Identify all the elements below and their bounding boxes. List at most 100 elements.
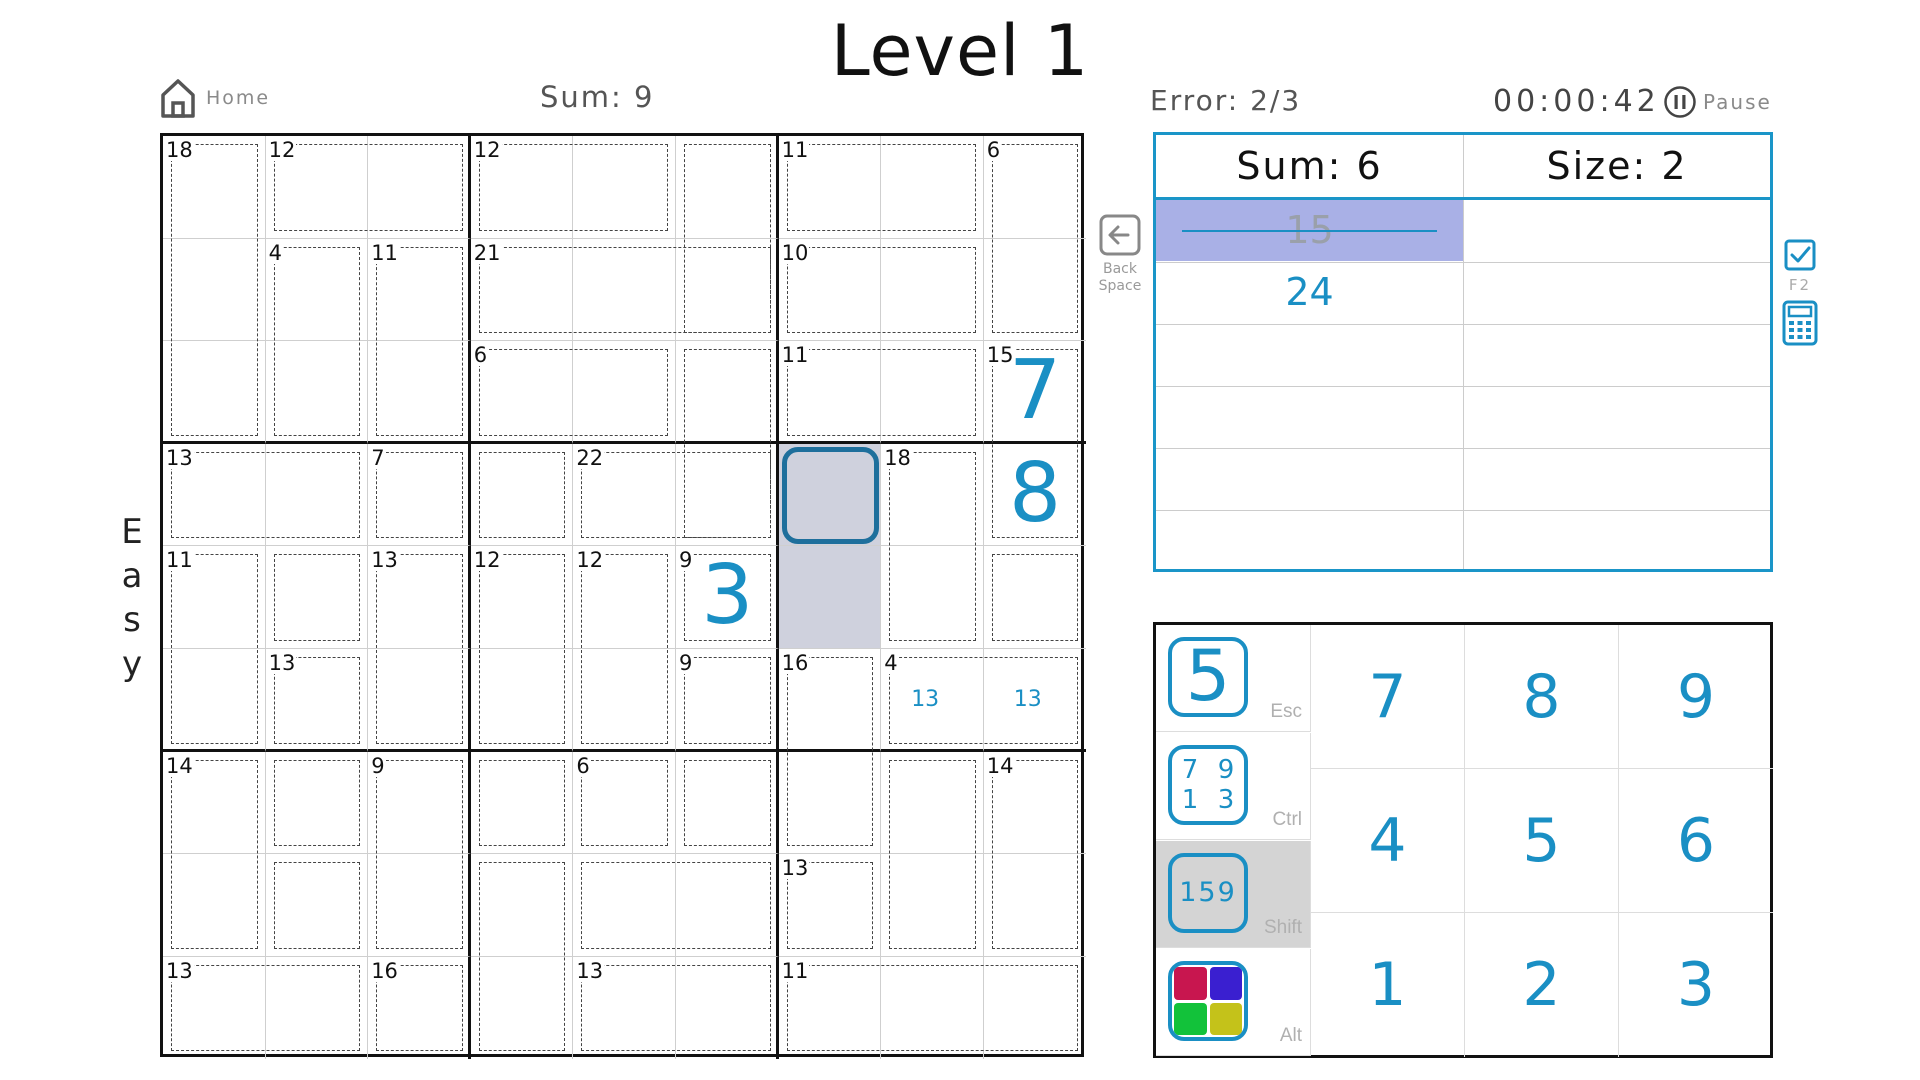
board-cell[interactable] <box>983 239 1087 342</box>
board-cell[interactable] <box>470 751 574 855</box>
board-cell[interactable] <box>881 238 984 342</box>
board-cell[interactable] <box>778 546 882 649</box>
board-cell[interactable] <box>265 341 369 444</box>
board-cell[interactable] <box>163 854 266 957</box>
board-cell[interactable] <box>368 956 471 1060</box>
board-cell[interactable] <box>983 854 1087 957</box>
board-cell[interactable] <box>984 957 1087 1060</box>
combination-entry[interactable]: 24 <box>1156 262 1463 323</box>
board-cell[interactable] <box>983 546 1087 649</box>
board-cell[interactable] <box>676 238 779 342</box>
board-cell[interactable] <box>265 649 369 752</box>
board-cell[interactable] <box>778 854 882 957</box>
board-cell[interactable] <box>265 443 369 547</box>
board-cell[interactable] <box>368 136 471 239</box>
number-key-4[interactable]: 4 <box>1311 769 1465 913</box>
board-cell[interactable] <box>163 238 266 342</box>
board-cell[interactable] <box>470 443 574 547</box>
board-cell[interactable] <box>983 649 1087 752</box>
board-cell[interactable] <box>676 956 779 1060</box>
board-cell[interactable] <box>573 546 676 649</box>
board-cell[interactable] <box>676 751 779 855</box>
input-mode-esc[interactable]: 5 Esc <box>1156 625 1311 732</box>
input-mode-shift[interactable]: 159 Shift <box>1156 841 1311 948</box>
number-key-3[interactable]: 3 <box>1619 913 1773 1057</box>
board-cell[interactable] <box>368 751 471 855</box>
board-cell[interactable] <box>470 341 574 444</box>
board-cell[interactable] <box>881 854 984 957</box>
calculator-button[interactable] <box>1782 300 1818 346</box>
number-key-9[interactable]: 9 <box>1619 625 1773 769</box>
board-cell[interactable] <box>881 341 984 444</box>
board-cell[interactable] <box>163 649 266 752</box>
board-cell[interactable] <box>573 751 676 855</box>
board-cell[interactable] <box>163 546 266 649</box>
board-cell[interactable] <box>573 238 676 342</box>
board-cell[interactable] <box>368 341 471 444</box>
board-cell[interactable] <box>368 854 471 957</box>
board-cell[interactable] <box>470 136 574 239</box>
board-cell[interactable] <box>778 751 882 855</box>
board-cell[interactable] <box>881 956 984 1060</box>
board-cell[interactable] <box>163 136 266 239</box>
board-cell[interactable] <box>983 752 1087 855</box>
input-mode-alt[interactable]: Alt <box>1156 949 1311 1056</box>
board-cell[interactable] <box>573 341 676 444</box>
board-cell[interactable] <box>471 956 574 1060</box>
board-cell[interactable] <box>470 649 574 752</box>
home-button[interactable]: Home <box>160 76 290 120</box>
board-cell[interactable] <box>368 443 471 547</box>
board-cell[interactable] <box>881 751 984 855</box>
board-cell[interactable] <box>163 341 266 444</box>
number-key-6[interactable]: 6 <box>1619 769 1773 913</box>
check-button[interactable]: F2 <box>1780 238 1820 294</box>
backspace-button[interactable]: Back Space <box>1095 213 1145 297</box>
board-cell[interactable] <box>983 341 1087 444</box>
board-cell[interactable] <box>470 854 574 957</box>
board-cell[interactable] <box>778 136 882 239</box>
board-cell[interactable] <box>676 854 779 957</box>
number-key-8[interactable]: 8 <box>1465 625 1619 769</box>
board-cell[interactable] <box>778 238 882 342</box>
board-cell[interactable] <box>368 238 471 342</box>
board-cell[interactable] <box>881 649 984 752</box>
board-cell[interactable] <box>573 649 676 752</box>
board-cell[interactable] <box>676 649 779 752</box>
board-cell[interactable] <box>676 443 779 547</box>
pause-button[interactable]: Pause <box>1663 85 1772 119</box>
board-cell[interactable] <box>470 238 574 342</box>
board-cell[interactable] <box>265 136 369 239</box>
board-cell[interactable] <box>778 341 882 444</box>
board-cell[interactable] <box>676 136 779 239</box>
board-cell[interactable] <box>983 136 1087 239</box>
number-key-5[interactable]: 5 <box>1465 769 1619 913</box>
board-cell[interactable] <box>265 751 369 855</box>
board-cell[interactable] <box>983 444 1087 547</box>
input-mode-ctrl[interactable]: 7 9 1 3 Ctrl <box>1156 733 1311 840</box>
cell-selector[interactable] <box>781 446 879 544</box>
board-cell[interactable] <box>779 956 882 1060</box>
board-cell[interactable] <box>265 238 369 342</box>
board-cell[interactable] <box>778 649 882 752</box>
board-cell[interactable] <box>881 443 984 547</box>
board-cell[interactable] <box>470 546 574 649</box>
board-cell[interactable] <box>368 649 471 752</box>
board-cell[interactable] <box>265 854 369 957</box>
board-cell[interactable] <box>163 443 266 547</box>
board-cell[interactable] <box>573 854 676 957</box>
number-key-1[interactable]: 1 <box>1311 913 1465 1057</box>
number-key-7[interactable]: 7 <box>1311 625 1465 769</box>
board-cell[interactable] <box>573 956 676 1060</box>
board-cell[interactable] <box>265 546 369 649</box>
board-cell[interactable] <box>573 136 676 239</box>
board-cell[interactable] <box>881 136 984 239</box>
board-cell[interactable] <box>163 956 266 1060</box>
board-cell[interactable] <box>881 546 984 649</box>
board-cell[interactable] <box>676 341 779 444</box>
number-key-2[interactable]: 2 <box>1465 913 1619 1057</box>
board-cell[interactable] <box>676 546 779 649</box>
board-cell[interactable] <box>368 546 471 649</box>
board-cell[interactable] <box>163 751 266 855</box>
board-cell[interactable] <box>573 443 676 547</box>
board-cell[interactable] <box>266 956 369 1060</box>
